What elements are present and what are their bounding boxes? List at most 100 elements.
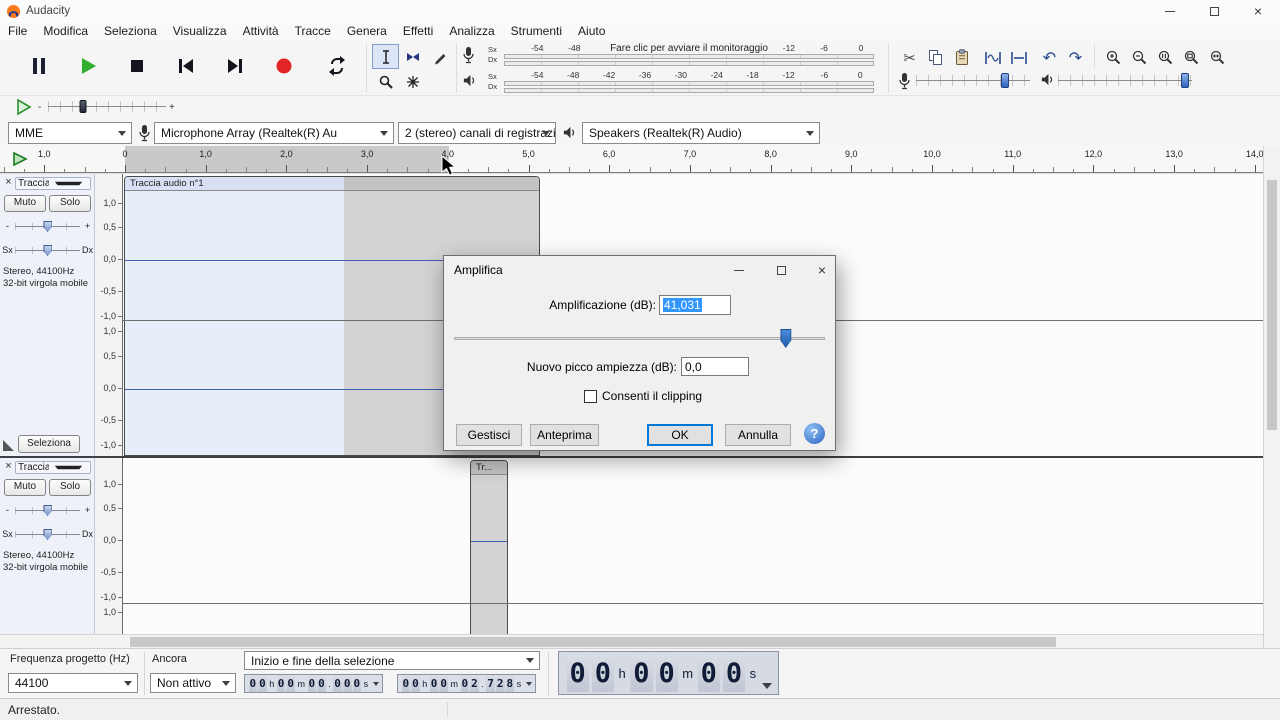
stop-button[interactable] [114,44,160,88]
playback-volume-slider[interactable] [1058,70,1192,92]
amplification-slider[interactable] [452,328,827,350]
zoom-toggle-button[interactable] [1204,45,1231,70]
time-digit[interactable]: 0 [343,675,352,692]
time-digit[interactable]: 0 [258,675,267,692]
mute-button[interactable]: Muto [4,195,46,212]
pan-slider[interactable]: Sx Dx [2,526,93,542]
snap-select[interactable]: Non attivo [150,673,236,693]
playback-volume-thumb[interactable] [1181,73,1189,88]
solo-button[interactable]: Solo [49,195,91,212]
vertical-scale-ruler[interactable]: 1,00,50,0-0,5-1,01,0 [95,458,123,634]
time-digit[interactable]: 0 [277,675,286,692]
time-digit[interactable]: 0 [698,655,720,692]
menu-item-aiuto[interactable]: Aiuto [570,22,613,41]
play-button[interactable] [65,44,111,88]
play-speed-slider[interactable] [48,96,166,118]
menu-item-file[interactable]: File [0,22,35,41]
close-track-button[interactable]: × [3,461,14,472]
pan-slider-thumb[interactable] [43,245,52,256]
play-head-pin-icon[interactable] [12,151,28,167]
minimize-button[interactable] [1148,0,1192,22]
pan-slider[interactable]: Sx Dx [2,242,93,258]
time-digit[interactable]: . [481,679,484,689]
recording-channels-select[interactable]: 2 (stereo) canali di registrazi [398,122,556,144]
zoom-in-button[interactable] [1100,45,1127,70]
recording-device-select[interactable]: Microphone Array (Realtek(R) Au [154,122,394,144]
menu-item-attivit[interactable]: Attività [235,22,287,41]
playback-meter[interactable]: SxDx -54-48-42-36-30-24-18-12-60 [458,70,878,95]
recording-volume-thumb[interactable] [1001,73,1009,88]
time-digit[interactable]: 0 [439,675,448,692]
recording-volume-slider[interactable] [916,70,1030,92]
track-waveform-area[interactable]: Tr... [123,458,1263,634]
time-digit[interactable]: 2 [496,675,505,692]
time-digit[interactable]: 0 [630,655,652,692]
copy-button[interactable] [922,45,949,70]
selection-start-time[interactable]: 00h00m00.000s [244,674,383,693]
horizontal-scrollbar[interactable] [0,634,1263,648]
zoom-out-button[interactable] [1126,45,1153,70]
time-format-dropdown-icon[interactable] [526,682,532,686]
skip-to-start-button[interactable] [163,44,209,88]
close-button[interactable]: × [1236,0,1280,22]
monitoring-hint[interactable]: Fare clic per avviare il monitoraggio [610,43,768,54]
time-digit[interactable]: 0 [461,675,470,692]
time-format-dropdown-icon[interactable] [373,682,379,686]
menu-item-analizza[interactable]: Analizza [441,22,502,41]
record-button[interactable] [261,44,307,88]
vertical-scale-ruler[interactable]: 1,00,50,0-0,5-1,01,00,50,0-0,5-1,0 [95,174,123,456]
time-digit[interactable]: 0 [411,675,420,692]
menu-item-visualizza[interactable]: Visualizza [165,22,235,41]
solo-button[interactable]: Solo [49,479,91,496]
timeline-ruler[interactable]: 1,001,02,03,04,05,06,07,08,09,010,011,01… [0,146,1263,173]
pause-button[interactable] [16,44,62,88]
recording-meter-bars[interactable] [504,54,874,67]
skip-to-end-button[interactable] [212,44,258,88]
loop-button[interactable] [314,44,360,88]
time-digit[interactable]: 0 [402,675,411,692]
mute-button[interactable]: Muto [4,479,46,496]
help-button[interactable]: ? [804,423,825,444]
amplification-slider-thumb[interactable] [780,329,791,348]
fit-selection-button[interactable] [1152,45,1179,70]
menu-item-effetti[interactable]: Effetti [395,22,441,41]
selection-end-time[interactable]: 00h00m02.728s [397,674,536,693]
play-speed-thumb[interactable] [80,100,87,113]
draw-tool-button[interactable] [426,44,453,69]
vertical-scrollbar[interactable] [1263,146,1280,648]
pan-slider-thumb[interactable] [43,529,52,540]
selection-mode-select[interactable]: Inizio e fine della selezione [244,651,540,670]
zoom-tool-button[interactable] [372,69,399,94]
menu-item-modifica[interactable]: Modifica [35,22,96,41]
horizontal-scrollbar-thumb[interactable] [130,637,1056,647]
project-rate-select[interactable]: 44100 [8,673,138,693]
time-digit[interactable]: . [328,679,331,689]
new-peak-input[interactable]: 0,0 [681,357,749,376]
maximize-button[interactable] [1192,0,1236,22]
cut-button[interactable]: ✂ [896,45,923,70]
fit-project-button[interactable] [1178,45,1205,70]
playback-meter-bars[interactable] [504,81,874,94]
menu-item-genera[interactable]: Genera [339,22,395,41]
time-digit[interactable]: 0 [286,675,295,692]
gain-slider-thumb[interactable] [43,505,52,516]
time-digit[interactable]: 0 [592,655,614,692]
collapse-track-button[interactable] [3,440,14,451]
close-track-button[interactable]: × [3,177,14,188]
time-digit[interactable]: 0 [317,675,326,692]
recording-meter[interactable]: SxDx Fare clic per avviare il monitoragg… [458,43,878,68]
time-digit[interactable]: 0 [430,675,439,692]
play-at-speed-button[interactable] [12,96,34,118]
silence-audio-button[interactable] [1005,45,1032,70]
select-track-button[interactable]: Seleziona [18,435,80,453]
allow-clipping-checkbox[interactable]: Consenti il clipping [584,389,702,403]
menu-item-seleziona[interactable]: Seleziona [96,22,165,41]
envelope-tool-button[interactable] [399,44,426,69]
time-digit[interactable]: 0 [656,655,678,692]
menu-item-strumenti[interactable]: Strumenti [503,22,570,41]
multi-tool-button[interactable] [399,69,426,94]
time-digit[interactable]: 2 [470,675,479,692]
time-digit[interactable]: 7 [486,675,495,692]
gain-slider-thumb[interactable] [43,221,52,232]
cancel-button[interactable]: Annulla [725,424,791,446]
